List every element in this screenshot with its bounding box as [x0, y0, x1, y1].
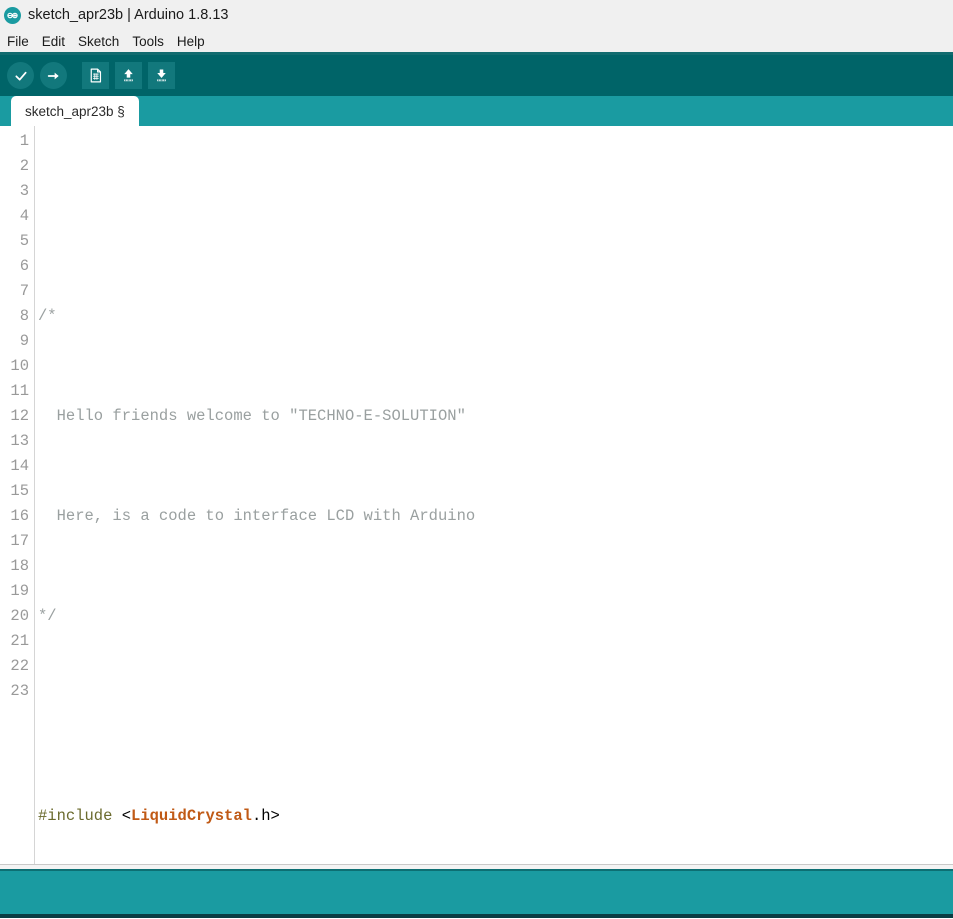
include-tail-token: .h> — [252, 807, 280, 825]
line-number: 6 — [0, 254, 34, 279]
menu-item-edit[interactable]: Edit — [42, 34, 65, 49]
code-line-3: Hello friends welcome to "TECHNO-E-SOLUT… — [38, 404, 953, 429]
line-number: 12 — [0, 404, 34, 429]
include-space-token: < — [112, 807, 131, 825]
line-number: 19 — [0, 579, 34, 604]
line-number: 11 — [0, 379, 34, 404]
line-number: 5 — [0, 229, 34, 254]
line-number: 2 — [0, 154, 34, 179]
title-bar: sketch_apr23b | Arduino 1.8.13 — [0, 0, 953, 30]
code-line-4: Here, is a code to interface LCD with Ar… — [38, 504, 953, 529]
menu-item-file[interactable]: File — [7, 34, 29, 49]
line-number: 21 — [0, 629, 34, 654]
line-number: 8 — [0, 304, 34, 329]
new-button[interactable] — [82, 62, 109, 89]
line-number: 17 — [0, 529, 34, 554]
status-bar — [0, 869, 953, 914]
line-number: 3 — [0, 179, 34, 204]
code-editor[interactable]: 1 2 3 4 5 6 7 8 9 10 11 12 13 14 15 16 1… — [0, 126, 953, 864]
comment-text-token: Hello friends welcome to "TECHNO-E-SOLUT… — [38, 407, 466, 425]
tab-label: sketch_apr23b § — [25, 104, 125, 119]
menu-item-sketch[interactable]: Sketch — [78, 34, 119, 49]
code-line-5: */ — [38, 604, 953, 629]
open-button[interactable] — [115, 62, 142, 89]
window-title: sketch_apr23b | Arduino 1.8.13 — [28, 7, 228, 23]
menu-bar: File Edit Sketch Tools Help — [0, 30, 953, 52]
code-line-7: #include <LiquidCrystal.h> — [38, 804, 953, 829]
line-number: 22 — [0, 654, 34, 679]
line-number-gutter: 1 2 3 4 5 6 7 8 9 10 11 12 13 14 15 16 1… — [0, 126, 35, 864]
upload-button[interactable] — [40, 62, 67, 89]
library-name-token: LiquidCrystal — [131, 807, 252, 825]
line-number: 15 — [0, 479, 34, 504]
line-number: 16 — [0, 504, 34, 529]
menu-item-help[interactable]: Help — [177, 34, 205, 49]
comment-close-token: */ — [38, 607, 57, 625]
line-number: 1 — [0, 129, 34, 154]
comment-open-token: /* — [38, 307, 57, 325]
menu-item-tools[interactable]: Tools — [132, 34, 164, 49]
arduino-infinity-logo-icon — [4, 7, 21, 24]
comment-text-token: Here, is a code to interface LCD with Ar… — [38, 507, 475, 525]
line-number: 20 — [0, 604, 34, 629]
line-number: 10 — [0, 354, 34, 379]
code-content[interactable]: /* Hello friends welcome to "TECHNO-E-SO… — [35, 126, 953, 864]
line-number: 4 — [0, 204, 34, 229]
verify-button[interactable] — [7, 62, 34, 89]
line-number: 9 — [0, 329, 34, 354]
tab-bar: sketch_apr23b § — [0, 96, 953, 126]
include-directive-token: #include — [38, 807, 112, 825]
toolbar — [0, 55, 953, 96]
save-button[interactable] — [148, 62, 175, 89]
line-number: 13 — [0, 429, 34, 454]
line-number: 14 — [0, 454, 34, 479]
window-bottom-edge — [0, 914, 953, 918]
line-number: 18 — [0, 554, 34, 579]
code-line-2: /* — [38, 304, 953, 329]
line-number: 23 — [0, 679, 34, 704]
code-line-6 — [38, 704, 953, 729]
line-number: 7 — [0, 279, 34, 304]
tab-sketch-apr23b[interactable]: sketch_apr23b § — [11, 96, 139, 126]
code-line-1 — [38, 204, 953, 229]
